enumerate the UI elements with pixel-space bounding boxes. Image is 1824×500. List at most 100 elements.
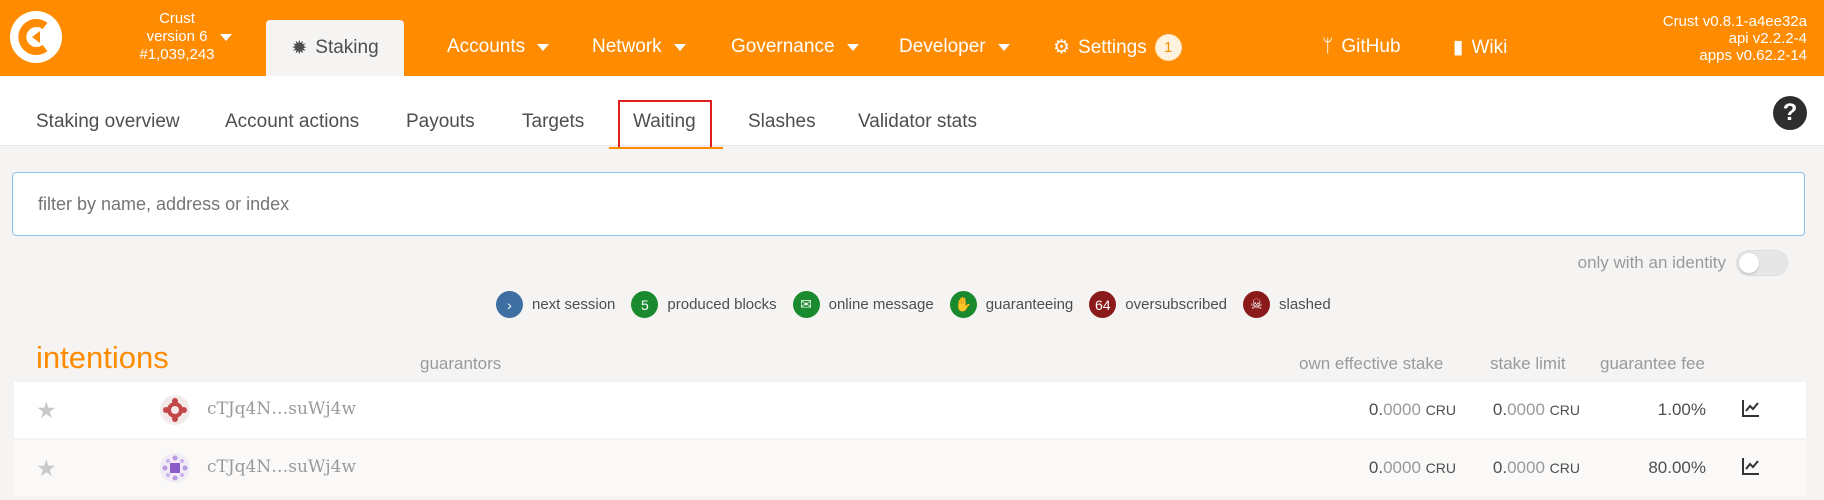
nav-settings[interactable]: ⚙ Settings 1 bbox=[1053, 34, 1182, 61]
tab-targets[interactable]: Targets bbox=[522, 111, 584, 133]
own-stake-value: 0.0000 CRU bbox=[1369, 458, 1456, 478]
legend-item: 64 oversubscribed bbox=[1089, 291, 1227, 318]
book-icon: ▮ bbox=[1453, 37, 1464, 58]
legend-label: oversubscribed bbox=[1125, 296, 1227, 313]
nav-governance[interactable]: Governance bbox=[731, 36, 859, 58]
nav-staking[interactable]: ✹ Staking bbox=[266, 20, 404, 76]
legend-item: ✉ online message bbox=[792, 291, 934, 318]
nav-github[interactable]: ᛘ GitHub bbox=[1322, 36, 1401, 58]
guarantee-fee-value: 1.00% bbox=[1657, 400, 1706, 419]
nav-governance-label: Governance bbox=[731, 36, 835, 57]
nav-github-label: GitHub bbox=[1341, 36, 1401, 57]
identity-toggle[interactable] bbox=[1736, 250, 1788, 276]
chevron-down-icon bbox=[220, 34, 232, 41]
star-icon[interactable]: ★ bbox=[36, 455, 57, 482]
crust-logo-icon bbox=[18, 19, 48, 55]
table-header: intentions guarantors own effective stak… bbox=[0, 340, 1824, 380]
api-version: api v2.2.2-4 bbox=[1728, 30, 1807, 47]
own-stake-value: 0.0000 CRU bbox=[1369, 400, 1456, 420]
highlight-box bbox=[618, 100, 712, 149]
line-chart-icon[interactable] bbox=[1741, 398, 1761, 423]
chevron-down-icon bbox=[846, 43, 859, 51]
star-icon[interactable]: ★ bbox=[36, 397, 57, 424]
nav-accounts-label: Accounts bbox=[447, 36, 526, 57]
tab-validator-stats[interactable]: Validator stats bbox=[858, 111, 977, 133]
tab-staking-overview[interactable]: Staking overview bbox=[36, 111, 180, 133]
own-stake-unit: CRU bbox=[1425, 460, 1456, 476]
legend-item: ✋ guaranteeing bbox=[949, 291, 1074, 318]
tab-account-actions[interactable]: Account actions bbox=[225, 111, 359, 133]
node-version: Crust v0.8.1-a4ee32a bbox=[1662, 13, 1807, 30]
nav-staking-label: Staking bbox=[315, 37, 379, 58]
oversubscribed-badge: 64 bbox=[1089, 291, 1117, 318]
gears-icon: ⚙ bbox=[1053, 37, 1071, 58]
account-address[interactable]: cTJq4N…suWj4w bbox=[207, 457, 356, 477]
section-title: intentions bbox=[36, 340, 169, 375]
account-address[interactable]: cTJq4N…suWj4w bbox=[207, 399, 356, 419]
stake-limit-dec: 0000 bbox=[1507, 458, 1545, 477]
chevron-down-icon bbox=[997, 43, 1010, 51]
produced-blocks-badge: 5 bbox=[631, 291, 659, 318]
top-navbar: Crust version 6 #1,039,243 ✹ Staking Acc… bbox=[0, 0, 1824, 76]
legend-item: 5 produced blocks bbox=[631, 291, 777, 318]
chain-name: Crust bbox=[159, 10, 195, 27]
nav-wiki[interactable]: ▮ Wiki bbox=[1453, 36, 1507, 59]
col-own-effective-stake: own effective stake bbox=[1299, 354, 1444, 373]
nav-accounts[interactable]: Accounts bbox=[447, 36, 550, 58]
legend-item: › next session bbox=[496, 291, 615, 318]
col-stake-limit: stake limit bbox=[1490, 354, 1566, 373]
own-stake-dec: 0000 bbox=[1383, 400, 1421, 419]
version-info: Crust v0.8.1-a4ee32a api v2.2.2-4 apps v… bbox=[1663, 13, 1807, 64]
own-stake-unit: CRU bbox=[1425, 402, 1456, 418]
help-icon[interactable]: ? bbox=[1773, 96, 1807, 130]
best-block: #1,039,243 bbox=[139, 46, 215, 63]
col-guarantee-fee: guarantee fee bbox=[1600, 354, 1705, 373]
chevron-right-icon: › bbox=[496, 291, 523, 318]
nav-network-label: Network bbox=[592, 36, 662, 57]
stake-limit-value: 0.0000 CRU bbox=[1493, 458, 1580, 478]
nav-settings-label: Settings bbox=[1078, 36, 1147, 58]
stake-limit-unit: CRU bbox=[1549, 460, 1580, 476]
nav-developer[interactable]: Developer bbox=[899, 36, 1010, 58]
tab-slashes[interactable]: Slashes bbox=[748, 111, 816, 133]
own-stake-int: 0. bbox=[1368, 458, 1384, 477]
chevron-down-icon bbox=[537, 43, 550, 51]
identicon[interactable] bbox=[160, 453, 190, 483]
nav-wiki-label: Wiki bbox=[1471, 36, 1508, 58]
legend-label: guaranteeing bbox=[985, 296, 1074, 313]
chain-selector[interactable]: Crust version 6 #1,039,243 bbox=[112, 10, 242, 64]
identicon[interactable] bbox=[160, 395, 190, 425]
code-branch-icon: ᛘ bbox=[1322, 36, 1334, 57]
gear-icon: ✹ bbox=[291, 37, 308, 59]
stake-limit-unit: CRU bbox=[1549, 402, 1580, 418]
legend-label: produced blocks bbox=[667, 296, 777, 313]
line-chart-icon[interactable] bbox=[1741, 456, 1761, 481]
tab-payouts[interactable]: Payouts bbox=[406, 111, 475, 133]
guarantee-fee-value: 80.00% bbox=[1648, 458, 1706, 477]
legend-label: online message bbox=[828, 296, 934, 313]
identity-filter: only with an identity bbox=[1578, 250, 1788, 276]
table-row: ★ cTJq4N…suWj4w 0.0000 CRU 0.0000 CRU 1.… bbox=[14, 382, 1806, 438]
stake-limit-int: 0. bbox=[1492, 458, 1508, 477]
stake-limit-dec: 0000 bbox=[1507, 400, 1545, 419]
apps-version: apps v0.62.2-14 bbox=[1699, 47, 1807, 64]
legend-label: slashed bbox=[1279, 296, 1331, 313]
own-stake-int: 0. bbox=[1368, 400, 1384, 419]
status-legend: › next session 5 produced blocks ✉ onlin… bbox=[496, 291, 1347, 318]
skull-icon: ☠ bbox=[1243, 291, 1270, 318]
legend-label: next session bbox=[532, 296, 616, 313]
filter-input[interactable] bbox=[12, 172, 1805, 236]
crust-logo[interactable] bbox=[10, 11, 62, 63]
chevron-down-icon bbox=[673, 43, 686, 51]
hand-icon: ✋ bbox=[949, 291, 977, 318]
table-row: ★ cTJq4N…suWj4w 0.0000 CRU 0.0000 CRU 80… bbox=[14, 440, 1806, 496]
stake-limit-value: 0.0000 CRU bbox=[1493, 400, 1580, 420]
own-stake-dec: 0000 bbox=[1383, 458, 1421, 477]
col-guarantors: guarantors bbox=[420, 354, 502, 373]
envelope-icon: ✉ bbox=[792, 291, 820, 318]
settings-badge: 1 bbox=[1154, 34, 1182, 61]
active-tab-indicator bbox=[609, 147, 723, 149]
nav-network[interactable]: Network bbox=[592, 36, 686, 58]
legend-item: ☠ slashed bbox=[1243, 291, 1331, 318]
stake-limit-int: 0. bbox=[1492, 400, 1508, 419]
